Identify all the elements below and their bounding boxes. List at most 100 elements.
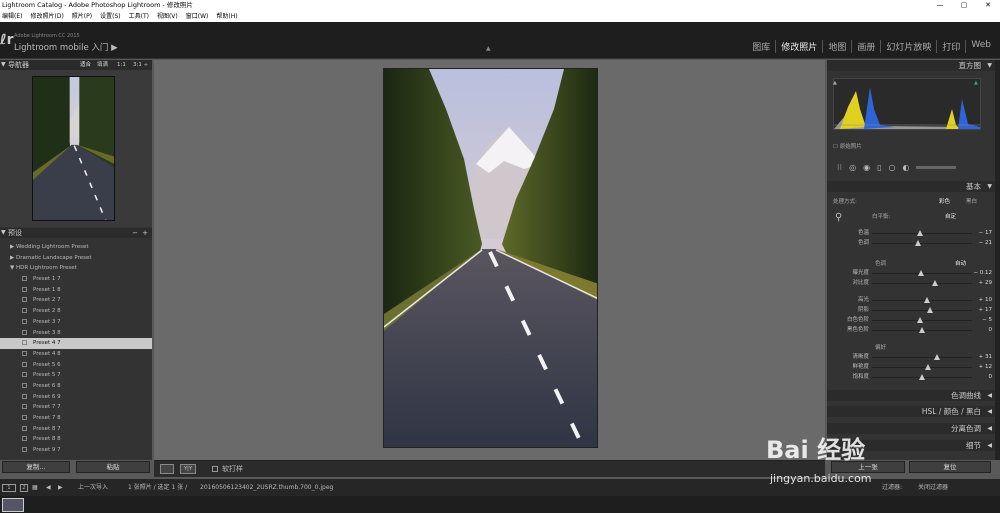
monitor-1-button[interactable]: 1 (2, 484, 16, 492)
module-library[interactable]: 图库 (747, 40, 775, 53)
collapse-top-panel-icon[interactable]: ▲ (486, 45, 491, 52)
slider-track[interactable] (872, 309, 972, 311)
monitor-2-button[interactable]: 2 (20, 484, 28, 492)
histogram-chart[interactable] (833, 78, 981, 130)
slider-value[interactable]: − 17 (970, 228, 992, 238)
zoom-fill[interactable]: 填满 (97, 60, 108, 70)
preset-item[interactable]: Preset 2 7 (0, 295, 152, 306)
slider-track[interactable] (872, 282, 972, 284)
forward-arrow-icon[interactable]: ▶ (58, 479, 63, 496)
slider-value[interactable]: − 0.12 (970, 268, 992, 278)
slider-track[interactable] (872, 299, 972, 301)
slider-track[interactable] (872, 356, 972, 358)
slider-value[interactable]: + 12 (970, 362, 992, 372)
preset-item[interactable]: Preset 4 7 (0, 338, 152, 349)
preset-item[interactable]: Preset 1 7 (0, 274, 152, 285)
navigator-header[interactable]: ▼ 导航器 适合 填满 1:1 3:1 ÷ (0, 60, 152, 70)
preset-item[interactable]: Preset 9 7 (0, 445, 152, 456)
grid-overlay-icon[interactable]: ⁝⁝ (837, 163, 842, 172)
preset-item[interactable]: Preset 4 8 (0, 349, 152, 360)
treatment-color-button[interactable]: 彩色 (939, 197, 950, 205)
adjustment-brush-slider[interactable] (916, 165, 957, 169)
preset-item[interactable]: Preset 3 8 (0, 328, 152, 339)
slider-value[interactable]: + 17 (970, 305, 992, 315)
back-arrow-icon[interactable]: ◀ (46, 479, 51, 496)
filmstrip-thumbnail[interactable] (2, 498, 24, 512)
preset-item[interactable]: Preset 6 9 (0, 392, 152, 403)
softproof-checkbox[interactable] (212, 466, 218, 472)
navigator-thumbnail[interactable] (32, 76, 115, 221)
crop-icon[interactable]: ◎ (849, 163, 856, 172)
module-book[interactable]: 画册 (851, 40, 880, 53)
spot-removal-icon[interactable]: ◉ (863, 163, 870, 172)
redeye-icon[interactable]: ▯ (877, 163, 881, 172)
preset-folder[interactable]: ▶ Wedding Lightroom Preset (0, 242, 152, 253)
paste-settings-button[interactable]: 粘贴 (76, 461, 150, 473)
preset-item[interactable]: Preset 3 7 (0, 317, 152, 328)
collapse-triangle-icon[interactable]: ▼ (987, 60, 992, 71)
slider-knob[interactable] (932, 279, 938, 286)
preset-item[interactable]: Preset 7 7 (0, 402, 152, 413)
close-button[interactable]: ✕ (978, 0, 998, 11)
source-label[interactable]: 上一次导入 (78, 479, 108, 496)
minimize-button[interactable]: — (930, 0, 950, 11)
filename[interactable]: 20160506123402_2USRZ.thumb.700_0.jpeg (200, 479, 333, 496)
slider-value[interactable]: + 29 (970, 278, 992, 288)
slider-knob[interactable] (917, 229, 923, 236)
remove-preset-button[interactable]: − (132, 228, 138, 238)
slider-knob[interactable] (924, 296, 930, 303)
add-preset-button[interactable]: + (142, 228, 148, 238)
slider-knob[interactable] (918, 269, 924, 276)
preset-item[interactable]: Preset 5 6 (0, 360, 152, 371)
preset-item[interactable]: Preset 2 8 (0, 306, 152, 317)
tone-auto-button[interactable]: 自动 (955, 259, 966, 267)
histogram-header[interactable]: 直方图 ▼ (827, 60, 995, 71)
main-photo[interactable] (383, 68, 598, 448)
menu-photo[interactable]: 照片(P) (72, 11, 92, 22)
tone-curve-header[interactable]: 色调曲线 ◀ (827, 390, 995, 401)
loupe-view-icon[interactable] (160, 464, 174, 474)
mobile-getting-started-link[interactable]: Lightroom mobile 入门 ▶ (14, 41, 118, 53)
slider-knob[interactable] (925, 363, 931, 370)
before-after-view-icon[interactable]: Y|Y (180, 464, 196, 474)
menu-view[interactable]: 视图(V) (157, 11, 178, 22)
collapse-triangle-icon[interactable]: ▼ (1, 60, 6, 70)
zoom-1-1[interactable]: 1:1 (117, 60, 126, 70)
module-develop[interactable]: 修改照片 (775, 40, 822, 53)
module-slideshow[interactable]: 幻灯片放映 (880, 40, 936, 53)
expand-triangle-icon[interactable]: ◀ (987, 406, 992, 417)
highlight-clipping-icon[interactable]: ▲ (974, 80, 978, 86)
slider-value[interactable]: − 5 (970, 315, 992, 325)
menu-tools[interactable]: 工具(T) (129, 11, 149, 22)
slider-knob[interactable] (915, 239, 921, 246)
module-print[interactable]: 打印 (936, 40, 965, 53)
preset-item[interactable]: Preset 7 8 (0, 413, 152, 424)
grid-view-icon[interactable]: ▦ (32, 479, 38, 496)
slider-value[interactable]: 0 (970, 325, 993, 335)
expand-triangle-icon[interactable]: ◀ (987, 390, 992, 401)
preset-folder[interactable]: ▶ Dramatic Landscape Preset (0, 253, 152, 264)
maximize-button[interactable]: ▢ (954, 0, 974, 11)
menu-settings[interactable]: 设置(S) (100, 11, 121, 22)
right-scrollbar[interactable] (995, 60, 1000, 460)
collapse-triangle-icon[interactable]: ▼ (987, 181, 992, 192)
basic-header[interactable]: 基本 ▼ (827, 181, 995, 192)
graduated-filter-icon[interactable]: ○ (888, 163, 895, 172)
slider-value[interactable]: + 10 (970, 295, 992, 305)
expand-triangle-icon[interactable]: ◀ (987, 440, 992, 451)
shadow-clipping-icon[interactable]: ▲ (833, 80, 837, 86)
copy-settings-button[interactable]: 复制... (2, 461, 70, 473)
zoom-fit[interactable]: 适合 (80, 60, 91, 70)
hsl-header[interactable]: HSL / 颜色 / 黑白 ◀ (827, 406, 995, 417)
slider-track[interactable] (872, 366, 972, 368)
slider-knob[interactable] (934, 353, 940, 360)
slider-value[interactable]: + 31 (970, 352, 992, 362)
menu-help[interactable]: 帮助(H) (216, 11, 237, 22)
menu-develop[interactable]: 修改照片(D) (30, 11, 63, 22)
preset-folder[interactable]: ▼ HDR Lightroom Preset (0, 263, 152, 274)
menu-window[interactable]: 窗口(W) (186, 11, 209, 22)
preset-item[interactable]: Preset 8 7 (0, 424, 152, 435)
filter-dropdown[interactable]: 关闭过滤器 (918, 479, 948, 496)
slider-knob[interactable] (919, 373, 925, 380)
module-map[interactable]: 地图 (822, 40, 851, 53)
